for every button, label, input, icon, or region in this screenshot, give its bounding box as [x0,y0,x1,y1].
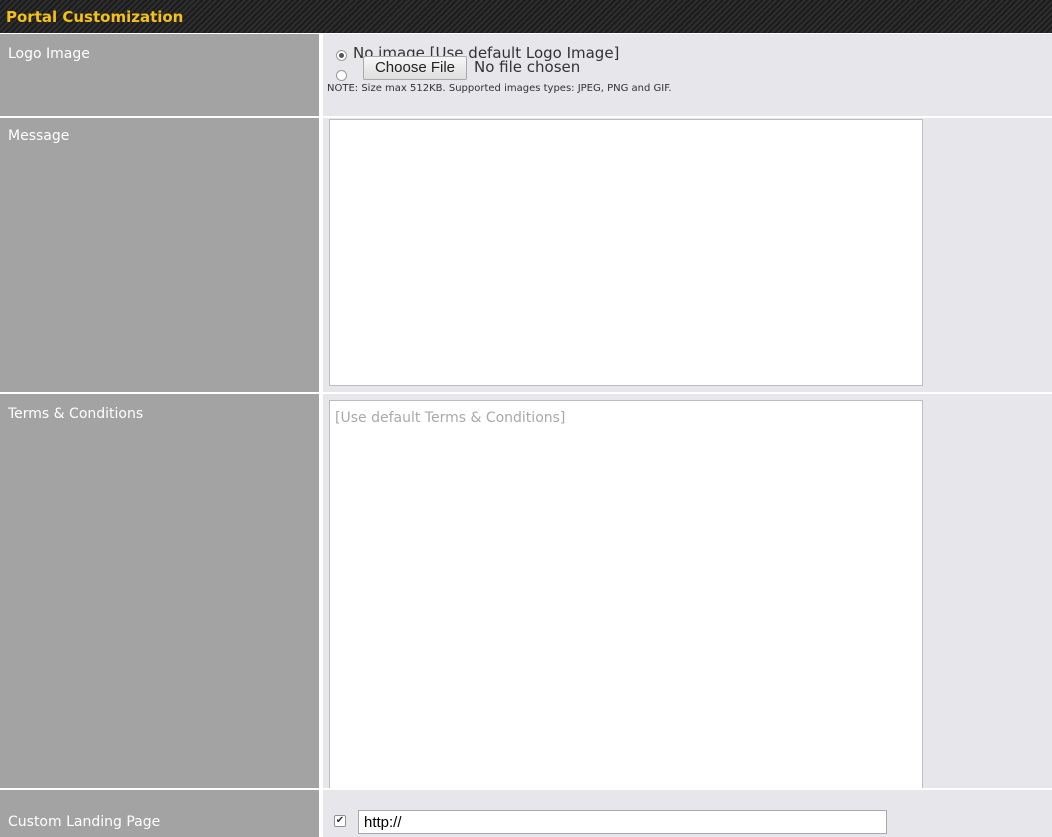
logo-size-note: NOTE: Size max 512KB. Supported images t… [327,83,672,94]
choose-file-button[interactable]: Choose File [363,56,467,80]
terms-row: Terms & Conditions [Use default Terms & … [0,394,1052,790]
terms-label: Terms & Conditions [8,406,144,422]
landing-page-label-cell: Custom Landing Page [0,790,321,837]
terms-placeholder: [Use default Terms & Conditions] [335,410,566,426]
file-chosen-status: No file chosen [474,58,581,76]
landing-page-label: Custom Landing Page [8,814,161,830]
message-textarea[interactable] [329,119,923,386]
portal-customization-panel: Portal Customization Logo Image No image… [0,0,1052,837]
no-image-radio[interactable] [336,50,347,61]
landing-page-controls: ✔ http:// [323,806,1052,837]
logo-image-label-cell: Logo Image [0,34,321,118]
logo-image-row: Logo Image No image [Use default Logo Im… [0,34,1052,118]
section-title: Portal Customization [6,8,184,26]
message-label: Message [8,128,70,144]
terms-value-cell: [Use default Terms & Conditions] [323,394,1052,790]
landing-page-url-input[interactable]: http:// [358,810,887,834]
landing-page-url-value: http:// [364,814,402,831]
landing-page-checkbox[interactable]: ✔ [334,815,346,827]
landing-page-row: Custom Landing Page ✔ http:// [0,790,1052,837]
terms-textarea[interactable]: [Use default Terms & Conditions] [329,400,923,789]
message-label-cell: Message [0,118,321,394]
terms-label-cell: Terms & Conditions [0,394,321,790]
message-row: Message [0,118,1052,394]
message-value-cell [323,118,1052,394]
logo-image-value-cell: No image [Use default Logo Image] Choose… [323,34,1052,118]
section-header: Portal Customization [0,0,1052,34]
logo-image-label: Logo Image [8,46,90,62]
upload-image-radio[interactable] [336,70,347,81]
landing-page-value-cell: ✔ http:// [323,790,1052,837]
